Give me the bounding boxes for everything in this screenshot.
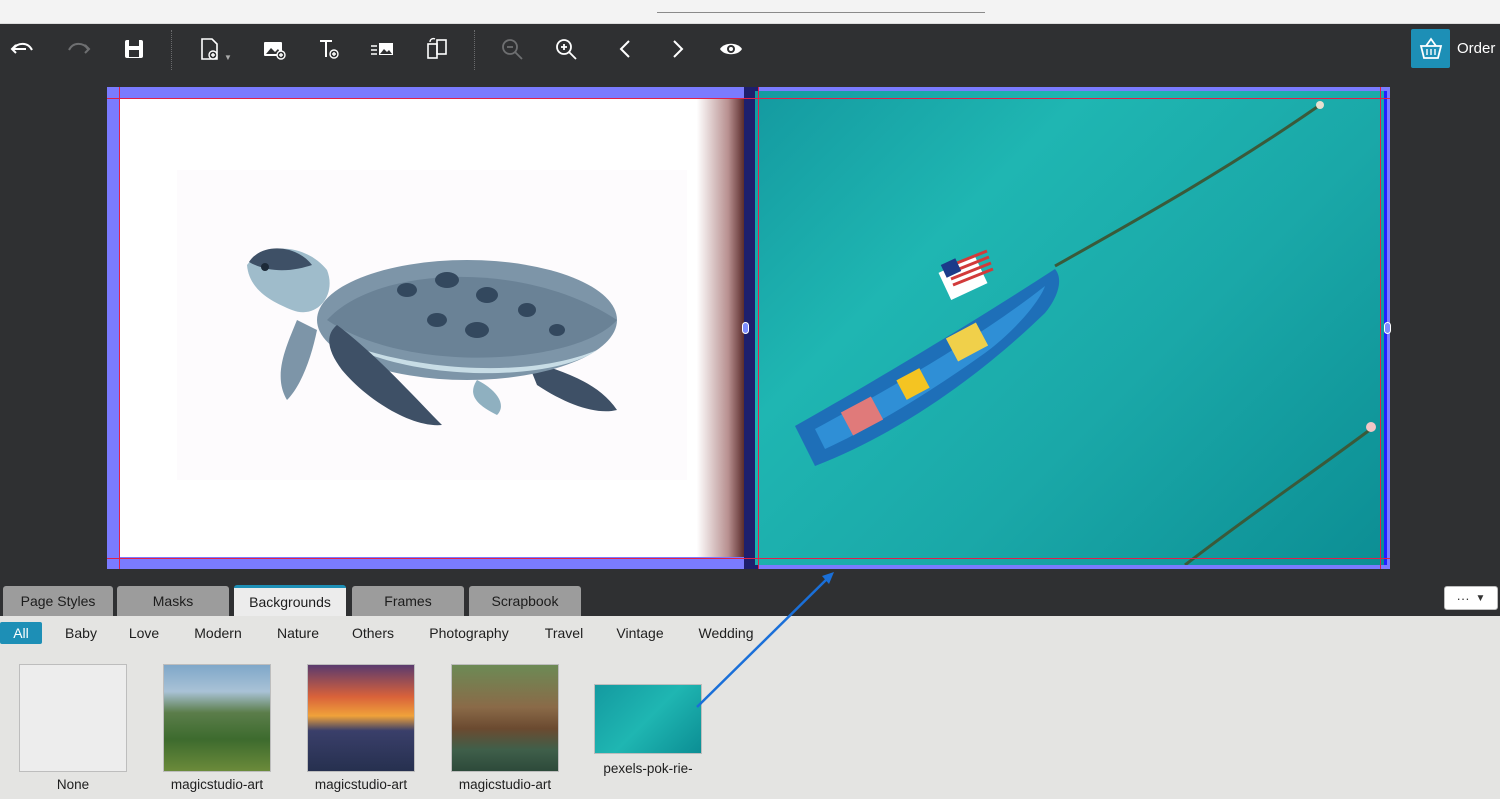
tab-frames[interactable]: Frames: [352, 586, 464, 616]
basket-icon: [1411, 29, 1450, 68]
thumbnail-label: magicstudio-art: [314, 777, 408, 792]
right-page-background[interactable]: [755, 91, 1387, 565]
toolbar-separator: [474, 30, 475, 70]
margin-guide-right: [1380, 87, 1381, 569]
tab-backgrounds[interactable]: Backgrounds: [234, 585, 346, 616]
dropdown-caret-icon: ▼: [224, 52, 232, 62]
thumbnail-label: magicstudio-art: [170, 777, 264, 792]
more-options-button[interactable]: ··· ▼: [1444, 586, 1498, 610]
resize-handle[interactable]: [1384, 322, 1391, 334]
title-strip: [0, 0, 1500, 24]
chevron-down-icon: ▼: [1475, 592, 1486, 604]
thumbnail-label: None: [56, 777, 90, 792]
thumbnail-image: [19, 664, 127, 772]
tab-masks[interactable]: Masks: [117, 586, 229, 616]
category-vintage[interactable]: Vintage: [609, 622, 671, 644]
category-travel[interactable]: Travel: [537, 622, 591, 644]
zoom-out-button[interactable]: [495, 32, 529, 66]
category-love[interactable]: Love: [122, 622, 166, 644]
margin-guide-bottom: [107, 558, 1390, 559]
undo-button[interactable]: [6, 32, 40, 66]
add-page-icon: [201, 38, 218, 60]
photobook-spread[interactable]: [107, 87, 1391, 569]
category-baby[interactable]: Baby: [58, 622, 104, 644]
save-button[interactable]: [117, 32, 151, 66]
add-text-icon: [320, 40, 339, 59]
category-all[interactable]: All: [0, 622, 42, 644]
tab-page-styles[interactable]: Page Styles: [3, 586, 113, 616]
boat-photo: [795, 101, 1376, 565]
margin-guide-left: [119, 87, 120, 569]
thumbnail-label: magicstudio-art: [458, 777, 552, 792]
thumbnail-image: [594, 684, 702, 754]
drag-handle[interactable]: [657, 12, 985, 13]
order-label: Order: [1457, 40, 1496, 57]
category-nature[interactable]: Nature: [268, 622, 328, 644]
save-icon: [125, 40, 143, 58]
text-photo-button[interactable]: [365, 32, 399, 66]
add-text-button[interactable]: [312, 32, 346, 66]
chevron-right-icon: [673, 40, 684, 58]
previous-page-button[interactable]: [609, 32, 643, 66]
redo-icon: [68, 42, 91, 54]
backgrounds-panel: All Baby Love Modern Nature Others Photo…: [0, 616, 1500, 799]
turtle-illustration: [247, 248, 617, 426]
tab-scrapbook[interactable]: Scrapbook: [469, 586, 581, 616]
zoom-in-icon: [556, 39, 577, 60]
undo-icon: [10, 42, 33, 54]
swap-pages-button[interactable]: [420, 32, 454, 66]
thumbnail-image: [163, 664, 271, 772]
category-wedding[interactable]: Wedding: [690, 622, 762, 644]
zoom-in-button[interactable]: [549, 32, 583, 66]
swap-pages-icon: [427, 37, 447, 59]
more-label: ···: [1456, 590, 1470, 606]
thumbnail-image: [451, 664, 559, 772]
zoom-out-icon: [502, 39, 523, 60]
toolbar-separator: [171, 30, 172, 70]
add-photo-button[interactable]: [257, 32, 291, 66]
redo-button[interactable]: [61, 32, 95, 66]
add-page-button[interactable]: ▼: [190, 32, 238, 66]
margin-guide-top: [107, 98, 1390, 99]
chevron-left-icon: [619, 40, 630, 58]
add-photo-icon: [264, 42, 286, 60]
preview-button[interactable]: [714, 32, 748, 66]
turtle-image[interactable]: [177, 170, 687, 480]
text-photo-icon: [371, 43, 393, 55]
panel-tabs: Page Styles Masks Backgrounds Frames Scr…: [0, 585, 1500, 616]
thumbnail-image: [307, 664, 415, 772]
resize-handle[interactable]: [742, 322, 749, 334]
category-photography[interactable]: Photography: [419, 622, 519, 644]
next-page-button[interactable]: [660, 32, 694, 66]
order-button[interactable]: Order: [1411, 29, 1495, 68]
category-others[interactable]: Others: [344, 622, 402, 644]
margin-guide-spine: [758, 87, 759, 569]
toolbar: ▼ Order: [0, 24, 1500, 74]
left-page[interactable]: [119, 98, 747, 557]
category-modern[interactable]: Modern: [185, 622, 251, 644]
eye-icon: [720, 43, 742, 55]
thumbnail-label: pexels-pok-rie-: [603, 761, 693, 776]
